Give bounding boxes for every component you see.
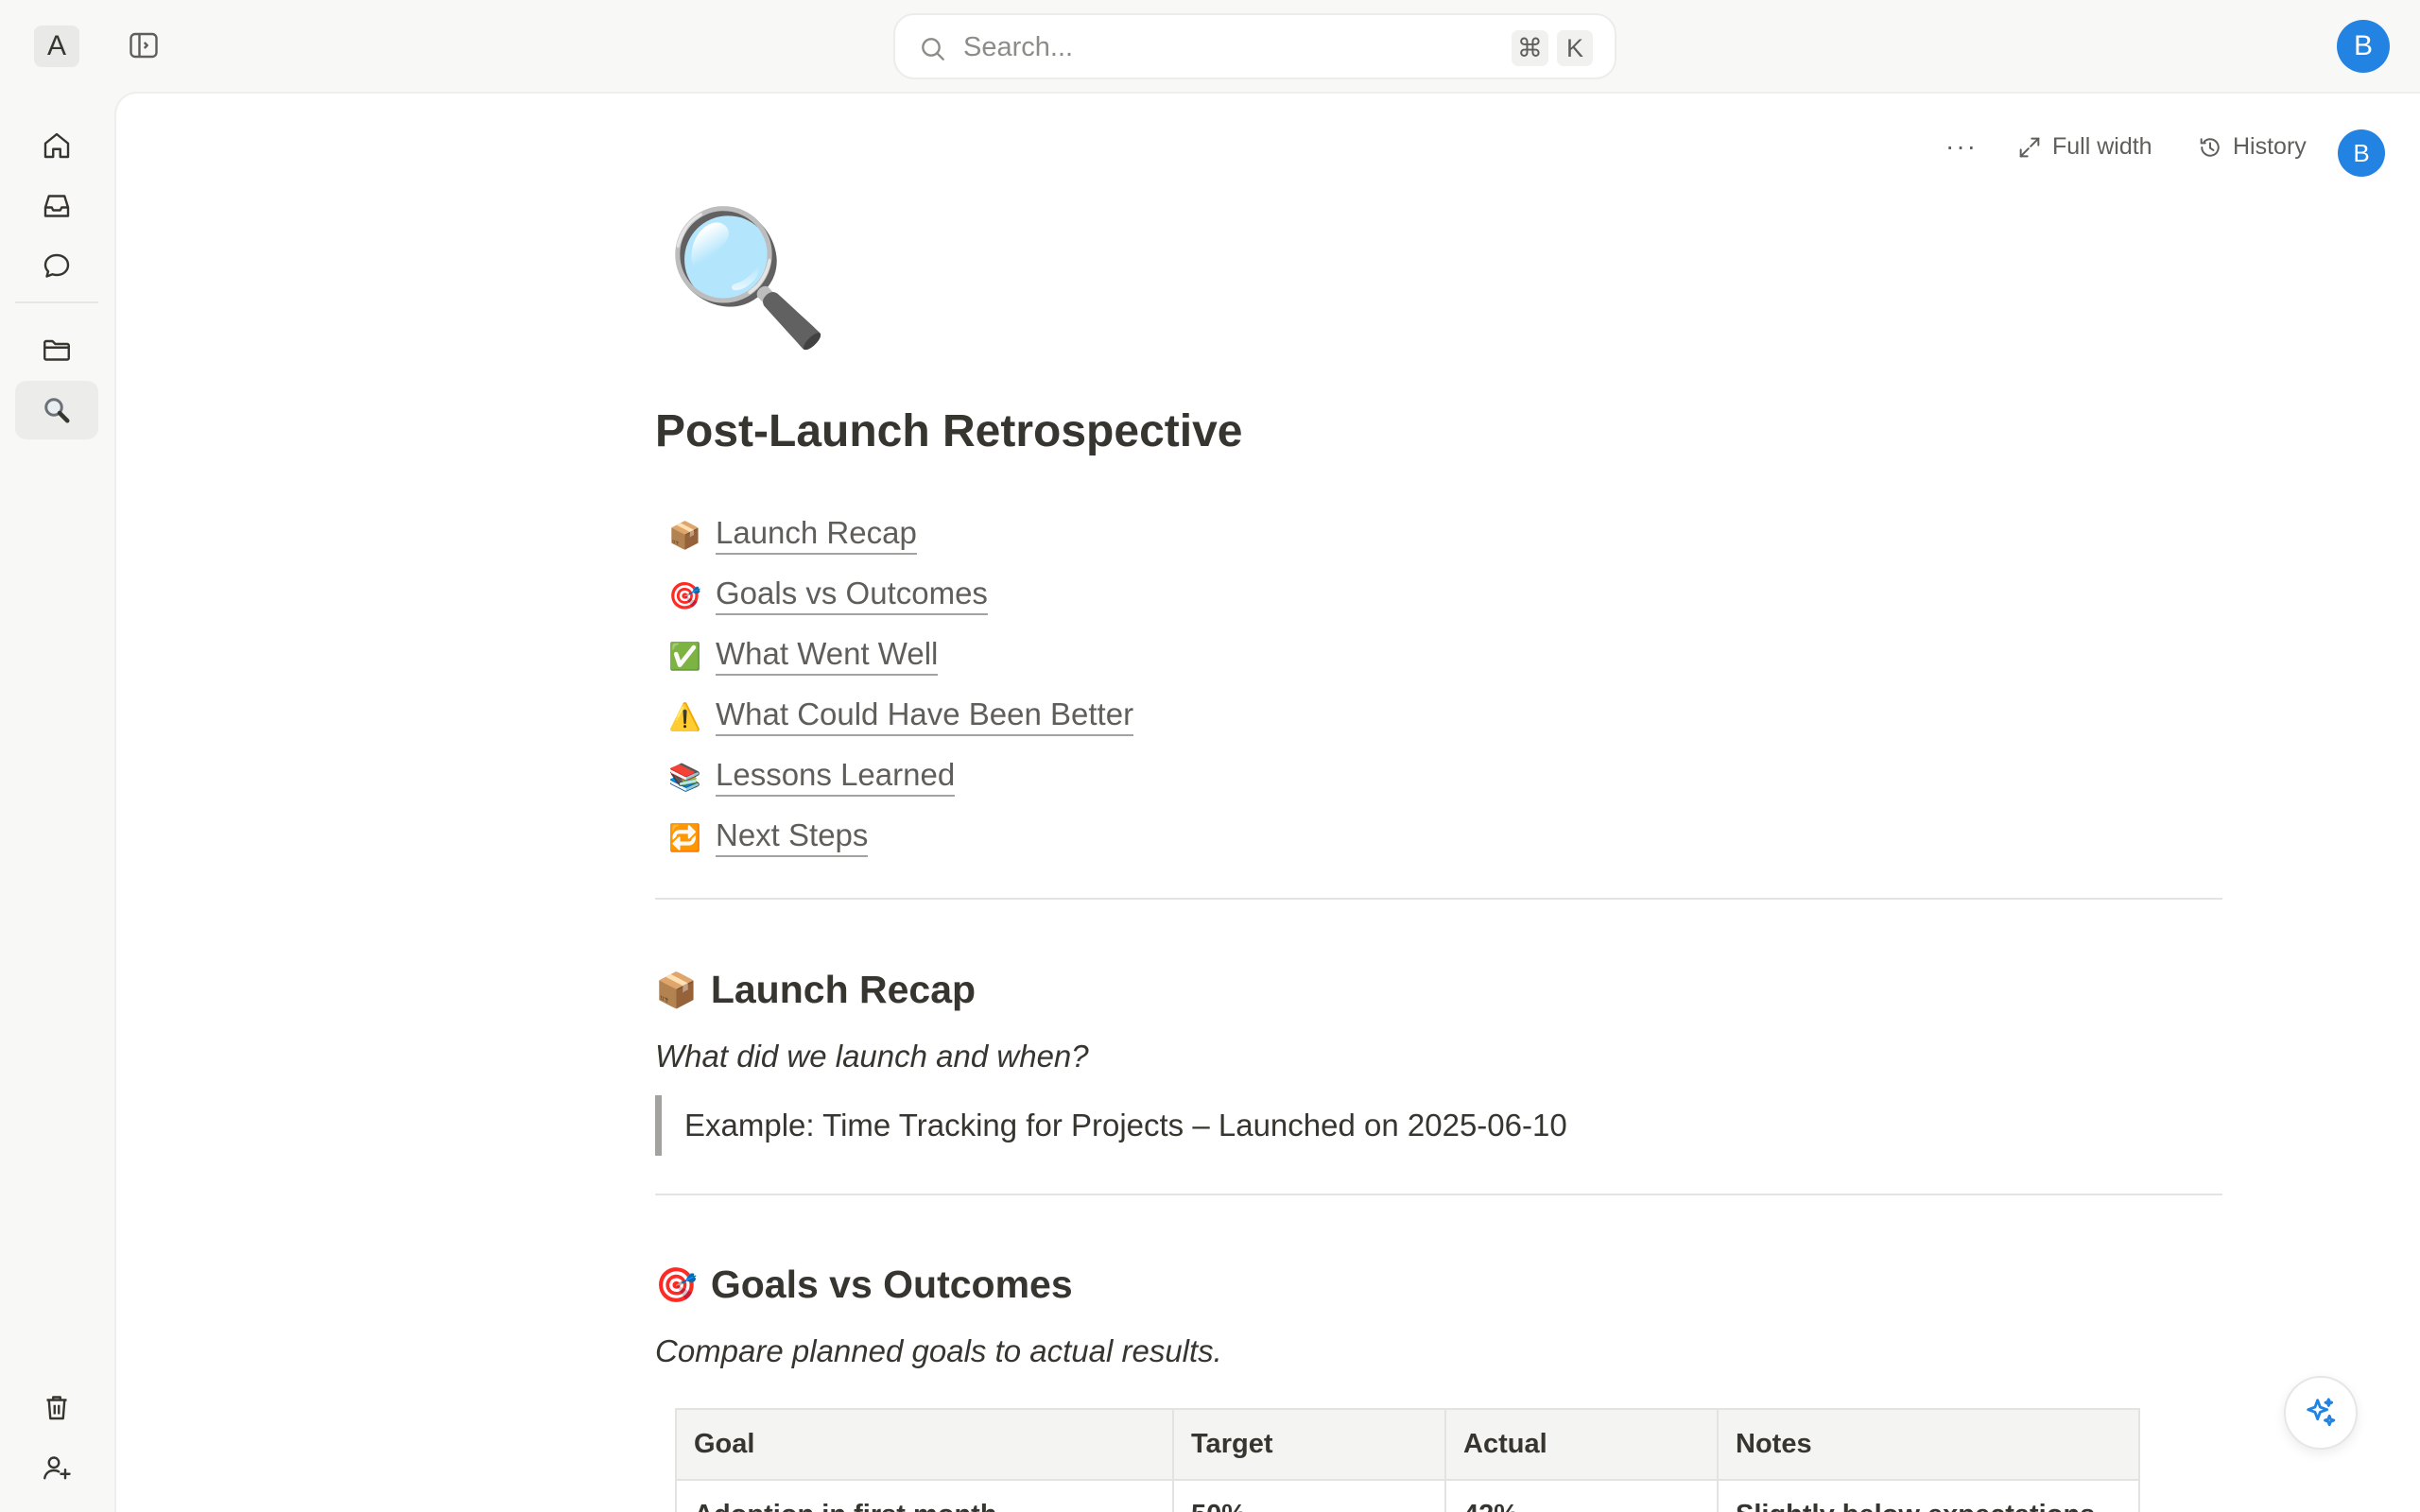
table-cell[interactable]: 42% — [1444, 1479, 1719, 1512]
toc-label: What Went Well — [716, 636, 939, 676]
heading-launch-recap[interactable]: 📦 Launch Recap — [655, 968, 976, 1012]
toc-item-what-went-well[interactable]: ✅ What Went Well — [668, 626, 1519, 686]
sidebar-toggle-icon[interactable] — [127, 28, 161, 62]
toc-item-goals-vs-outcomes[interactable]: 🎯 Goals vs Outcomes — [668, 565, 1519, 626]
page-user-avatar[interactable]: B — [2338, 129, 2385, 177]
trash-icon — [46, 1396, 67, 1420]
warning-icon: ⚠️ — [668, 701, 701, 731]
goals-table: Goal Target Actual Notes Adoption in fir… — [675, 1408, 2140, 1512]
top-bar: A Search... ⌘ K B — [0, 0, 2420, 92]
table-row: Adoption in first month 50% 42% Slightly… — [675, 1479, 2140, 1512]
table-header-cell[interactable]: Target — [1172, 1408, 1446, 1481]
more-options-button[interactable]: ··· — [1945, 131, 1978, 162]
table-header-row: Goal Target Actual Notes — [675, 1408, 2140, 1481]
table-header-cell[interactable]: Notes — [1717, 1408, 2140, 1481]
target-icon: 🎯 — [668, 580, 701, 610]
toc-label: Goals vs Outcomes — [716, 576, 988, 615]
workspace-badge[interactable]: A — [34, 26, 79, 67]
chat-button[interactable] — [15, 237, 98, 296]
folder-icon — [43, 339, 70, 361]
quote-text: Example: Time Tracking for Projects – La… — [684, 1108, 1567, 1143]
package-icon: 📦 — [655, 970, 698, 1009]
invite-members-button[interactable] — [15, 1438, 98, 1497]
left-rail — [0, 92, 113, 1512]
table-cell[interactable]: Adoption in first month — [675, 1479, 1174, 1512]
shortcut-k-key: K — [1557, 30, 1593, 66]
search-input[interactable]: Search... ⌘ K — [893, 13, 1616, 79]
table-header-cell[interactable]: Goal — [675, 1408, 1174, 1481]
inbox-button[interactable] — [15, 177, 98, 235]
search-page-icon — [44, 398, 70, 423]
divider — [655, 1194, 2222, 1195]
heading-text: Goals vs Outcomes — [710, 1263, 1073, 1306]
toc-label: Next Steps — [716, 817, 869, 857]
table-header-cell[interactable]: Actual — [1444, 1408, 1719, 1481]
history-icon — [2200, 137, 2220, 157]
main-panel: ··· Full width History B 🔍 Post-Launch R… — [114, 92, 2420, 1512]
inbox-icon — [43, 195, 70, 217]
rail-divider — [15, 301, 98, 303]
table-cell[interactable]: 50% — [1172, 1479, 1446, 1512]
heading-text: Launch Recap — [710, 968, 977, 1011]
current-page-button[interactable] — [15, 381, 98, 439]
ai-assistant-button[interactable] — [2284, 1376, 2358, 1450]
table-cell[interactable]: Slightly below expectations — [1717, 1479, 2140, 1512]
divider — [655, 898, 2222, 900]
search-placeholder: Search... — [963, 32, 1074, 62]
full-width-button[interactable]: Full width — [2016, 133, 2152, 161]
expand-icon — [2019, 137, 2040, 157]
user-avatar[interactable]: B — [2337, 20, 2390, 73]
toc-item-next-steps[interactable]: 🔁 Next Steps — [668, 807, 1519, 868]
home-icon — [43, 132, 70, 159]
package-icon: 📦 — [668, 520, 701, 550]
invite-members-icon — [43, 1456, 71, 1480]
toc-item-what-could-be-better[interactable]: ⚠️ What Could Have Been Better — [668, 686, 1519, 747]
section-prompt[interactable]: What did we launch and when? — [655, 1039, 1089, 1074]
shortcut-cmd-key: ⌘ — [1512, 30, 1548, 66]
table-of-contents: 📦 Launch Recap 🎯 Goals vs Outcomes ✅ Wha… — [668, 505, 1519, 868]
history-button[interactable]: History — [2197, 133, 2307, 161]
toc-label: Lessons Learned — [716, 757, 956, 797]
repeat-icon: 🔁 — [668, 822, 701, 852]
toc-item-launch-recap[interactable]: 📦 Launch Recap — [668, 505, 1519, 565]
page-toolbar: ··· Full width History B — [116, 94, 2420, 207]
home-button[interactable] — [15, 116, 98, 175]
heading-goals-vs-outcomes[interactable]: 🎯 Goals vs Outcomes — [655, 1263, 1073, 1307]
target-icon: 🎯 — [655, 1264, 698, 1304]
toc-item-lessons-learned[interactable]: 📚 Lessons Learned — [668, 747, 1519, 807]
toc-label: What Could Have Been Better — [716, 696, 1134, 736]
quote-block[interactable]: Example: Time Tracking for Projects – La… — [655, 1095, 1567, 1156]
check-mark-icon: ✅ — [668, 641, 701, 671]
trash-button[interactable] — [15, 1378, 98, 1436]
books-icon: 📚 — [668, 762, 701, 792]
search-icon — [922, 38, 944, 60]
toc-label: Launch Recap — [716, 515, 917, 555]
sparkles-icon — [2307, 1398, 2336, 1427]
folder-button[interactable] — [15, 320, 98, 379]
page-title[interactable]: Post-Launch Retrospective — [655, 405, 1242, 457]
full-width-label: Full width — [2052, 133, 2152, 160]
chat-icon — [43, 253, 70, 278]
page-icon[interactable]: 🔍 — [666, 212, 830, 344]
history-label: History — [2233, 133, 2307, 160]
section-prompt[interactable]: Compare planned goals to actual results. — [655, 1333, 1222, 1369]
